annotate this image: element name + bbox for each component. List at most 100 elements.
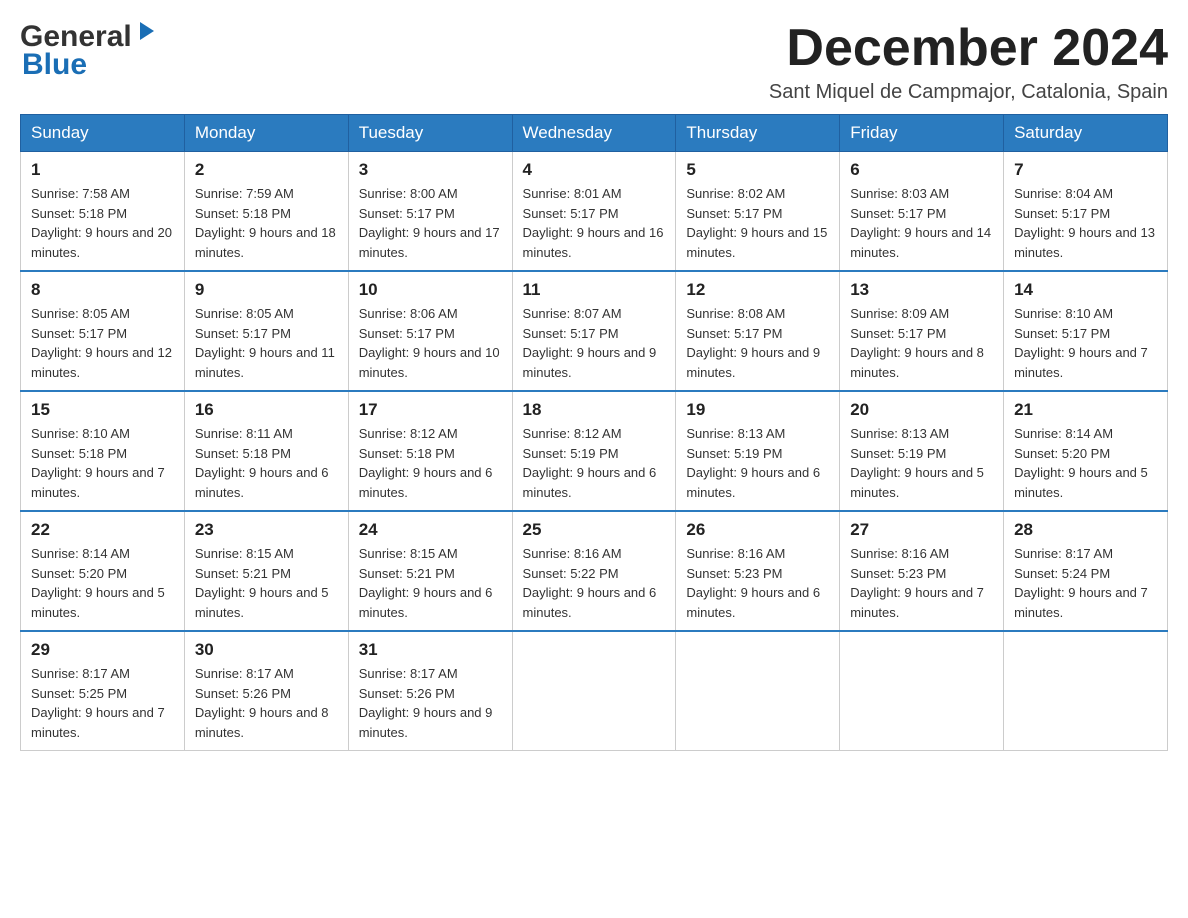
day-number: 10 <box>359 280 502 300</box>
day-info: Sunrise: 8:16 AMSunset: 5:23 PMDaylight:… <box>850 544 993 622</box>
day-info: Sunrise: 8:12 AMSunset: 5:18 PMDaylight:… <box>359 424 502 502</box>
calendar-cell: 14 Sunrise: 8:10 AMSunset: 5:17 PMDaylig… <box>1004 271 1168 391</box>
day-info: Sunrise: 8:17 AMSunset: 5:24 PMDaylight:… <box>1014 544 1157 622</box>
calendar-cell: 20 Sunrise: 8:13 AMSunset: 5:19 PMDaylig… <box>840 391 1004 511</box>
calendar-cell: 12 Sunrise: 8:08 AMSunset: 5:17 PMDaylig… <box>676 271 840 391</box>
day-info: Sunrise: 8:11 AMSunset: 5:18 PMDaylight:… <box>195 424 338 502</box>
weekday-header-wednesday: Wednesday <box>512 115 676 152</box>
day-number: 6 <box>850 160 993 180</box>
day-info: Sunrise: 8:01 AMSunset: 5:17 PMDaylight:… <box>523 184 666 262</box>
day-info: Sunrise: 8:09 AMSunset: 5:17 PMDaylight:… <box>850 304 993 382</box>
day-info: Sunrise: 8:17 AMSunset: 5:25 PMDaylight:… <box>31 664 174 742</box>
day-number: 21 <box>1014 400 1157 420</box>
weekday-header-monday: Monday <box>184 115 348 152</box>
logo-flag-icon <box>136 20 158 47</box>
day-number: 25 <box>523 520 666 540</box>
day-number: 17 <box>359 400 502 420</box>
weekday-header-sunday: Sunday <box>21 115 185 152</box>
calendar-cell <box>512 631 676 751</box>
day-info: Sunrise: 8:10 AMSunset: 5:17 PMDaylight:… <box>1014 304 1157 382</box>
day-info: Sunrise: 7:59 AMSunset: 5:18 PMDaylight:… <box>195 184 338 262</box>
calendar-cell: 24 Sunrise: 8:15 AMSunset: 5:21 PMDaylig… <box>348 511 512 631</box>
calendar-cell <box>840 631 1004 751</box>
day-number: 18 <box>523 400 666 420</box>
day-number: 7 <box>1014 160 1157 180</box>
calendar-cell: 7 Sunrise: 8:04 AMSunset: 5:17 PMDayligh… <box>1004 152 1168 272</box>
calendar-cell: 25 Sunrise: 8:16 AMSunset: 5:22 PMDaylig… <box>512 511 676 631</box>
day-info: Sunrise: 8:03 AMSunset: 5:17 PMDaylight:… <box>850 184 993 262</box>
calendar-title: December 2024 <box>769 20 1168 77</box>
calendar-cell <box>676 631 840 751</box>
day-info: Sunrise: 8:13 AMSunset: 5:19 PMDaylight:… <box>686 424 829 502</box>
day-info: Sunrise: 8:12 AMSunset: 5:19 PMDaylight:… <box>523 424 666 502</box>
calendar-week-row: 8 Sunrise: 8:05 AMSunset: 5:17 PMDayligh… <box>21 271 1168 391</box>
calendar-cell: 8 Sunrise: 8:05 AMSunset: 5:17 PMDayligh… <box>21 271 185 391</box>
calendar-cell: 4 Sunrise: 8:01 AMSunset: 5:17 PMDayligh… <box>512 152 676 272</box>
day-info: Sunrise: 8:14 AMSunset: 5:20 PMDaylight:… <box>31 544 174 622</box>
day-info: Sunrise: 8:05 AMSunset: 5:17 PMDaylight:… <box>195 304 338 382</box>
logo-blue-text: Blue <box>20 48 158 82</box>
day-info: Sunrise: 8:08 AMSunset: 5:17 PMDaylight:… <box>686 304 829 382</box>
day-number: 20 <box>850 400 993 420</box>
day-info: Sunrise: 8:16 AMSunset: 5:22 PMDaylight:… <box>523 544 666 622</box>
calendar-cell: 10 Sunrise: 8:06 AMSunset: 5:17 PMDaylig… <box>348 271 512 391</box>
day-number: 31 <box>359 640 502 660</box>
calendar-cell: 28 Sunrise: 8:17 AMSunset: 5:24 PMDaylig… <box>1004 511 1168 631</box>
calendar-cell: 27 Sunrise: 8:16 AMSunset: 5:23 PMDaylig… <box>840 511 1004 631</box>
calendar-cell: 21 Sunrise: 8:14 AMSunset: 5:20 PMDaylig… <box>1004 391 1168 511</box>
calendar-table: SundayMondayTuesdayWednesdayThursdayFrid… <box>20 114 1168 751</box>
weekday-header-tuesday: Tuesday <box>348 115 512 152</box>
weekday-header-row: SundayMondayTuesdayWednesdayThursdayFrid… <box>21 115 1168 152</box>
day-number: 27 <box>850 520 993 540</box>
day-number: 11 <box>523 280 666 300</box>
calendar-cell <box>1004 631 1168 751</box>
day-info: Sunrise: 8:17 AMSunset: 5:26 PMDaylight:… <box>195 664 338 742</box>
day-number: 2 <box>195 160 338 180</box>
calendar-week-row: 22 Sunrise: 8:14 AMSunset: 5:20 PMDaylig… <box>21 511 1168 631</box>
day-info: Sunrise: 8:16 AMSunset: 5:23 PMDaylight:… <box>686 544 829 622</box>
calendar-cell: 3 Sunrise: 8:00 AMSunset: 5:17 PMDayligh… <box>348 152 512 272</box>
calendar-cell: 9 Sunrise: 8:05 AMSunset: 5:17 PMDayligh… <box>184 271 348 391</box>
calendar-cell: 23 Sunrise: 8:15 AMSunset: 5:21 PMDaylig… <box>184 511 348 631</box>
day-number: 15 <box>31 400 174 420</box>
day-number: 26 <box>686 520 829 540</box>
day-number: 29 <box>31 640 174 660</box>
day-info: Sunrise: 7:58 AMSunset: 5:18 PMDaylight:… <box>31 184 174 262</box>
day-number: 8 <box>31 280 174 300</box>
day-info: Sunrise: 8:02 AMSunset: 5:17 PMDaylight:… <box>686 184 829 262</box>
calendar-cell: 26 Sunrise: 8:16 AMSunset: 5:23 PMDaylig… <box>676 511 840 631</box>
day-info: Sunrise: 8:04 AMSunset: 5:17 PMDaylight:… <box>1014 184 1157 262</box>
calendar-cell: 1 Sunrise: 7:58 AMSunset: 5:18 PMDayligh… <box>21 152 185 272</box>
day-number: 5 <box>686 160 829 180</box>
weekday-header-thursday: Thursday <box>676 115 840 152</box>
calendar-week-row: 29 Sunrise: 8:17 AMSunset: 5:25 PMDaylig… <box>21 631 1168 751</box>
day-number: 19 <box>686 400 829 420</box>
day-number: 4 <box>523 160 666 180</box>
calendar-cell: 18 Sunrise: 8:12 AMSunset: 5:19 PMDaylig… <box>512 391 676 511</box>
calendar-week-row: 1 Sunrise: 7:58 AMSunset: 5:18 PMDayligh… <box>21 152 1168 272</box>
weekday-header-friday: Friday <box>840 115 1004 152</box>
day-number: 3 <box>359 160 502 180</box>
day-info: Sunrise: 8:10 AMSunset: 5:18 PMDaylight:… <box>31 424 174 502</box>
day-number: 23 <box>195 520 338 540</box>
day-number: 1 <box>31 160 174 180</box>
logo: General Blue <box>20 20 158 82</box>
calendar-week-row: 15 Sunrise: 8:10 AMSunset: 5:18 PMDaylig… <box>21 391 1168 511</box>
calendar-cell: 29 Sunrise: 8:17 AMSunset: 5:25 PMDaylig… <box>21 631 185 751</box>
calendar-subtitle: Sant Miquel de Campmajor, Catalonia, Spa… <box>769 81 1168 104</box>
calendar-cell: 6 Sunrise: 8:03 AMSunset: 5:17 PMDayligh… <box>840 152 1004 272</box>
calendar-cell: 11 Sunrise: 8:07 AMSunset: 5:17 PMDaylig… <box>512 271 676 391</box>
day-info: Sunrise: 8:17 AMSunset: 5:26 PMDaylight:… <box>359 664 502 742</box>
day-number: 9 <box>195 280 338 300</box>
day-info: Sunrise: 8:13 AMSunset: 5:19 PMDaylight:… <box>850 424 993 502</box>
calendar-cell: 22 Sunrise: 8:14 AMSunset: 5:20 PMDaylig… <box>21 511 185 631</box>
day-info: Sunrise: 8:14 AMSunset: 5:20 PMDaylight:… <box>1014 424 1157 502</box>
calendar-cell: 19 Sunrise: 8:13 AMSunset: 5:19 PMDaylig… <box>676 391 840 511</box>
day-number: 14 <box>1014 280 1157 300</box>
day-number: 22 <box>31 520 174 540</box>
title-block: December 2024 Sant Miquel de Campmajor, … <box>769 20 1168 104</box>
day-info: Sunrise: 8:15 AMSunset: 5:21 PMDaylight:… <box>195 544 338 622</box>
calendar-cell: 17 Sunrise: 8:12 AMSunset: 5:18 PMDaylig… <box>348 391 512 511</box>
calendar-cell: 13 Sunrise: 8:09 AMSunset: 5:17 PMDaylig… <box>840 271 1004 391</box>
day-number: 13 <box>850 280 993 300</box>
